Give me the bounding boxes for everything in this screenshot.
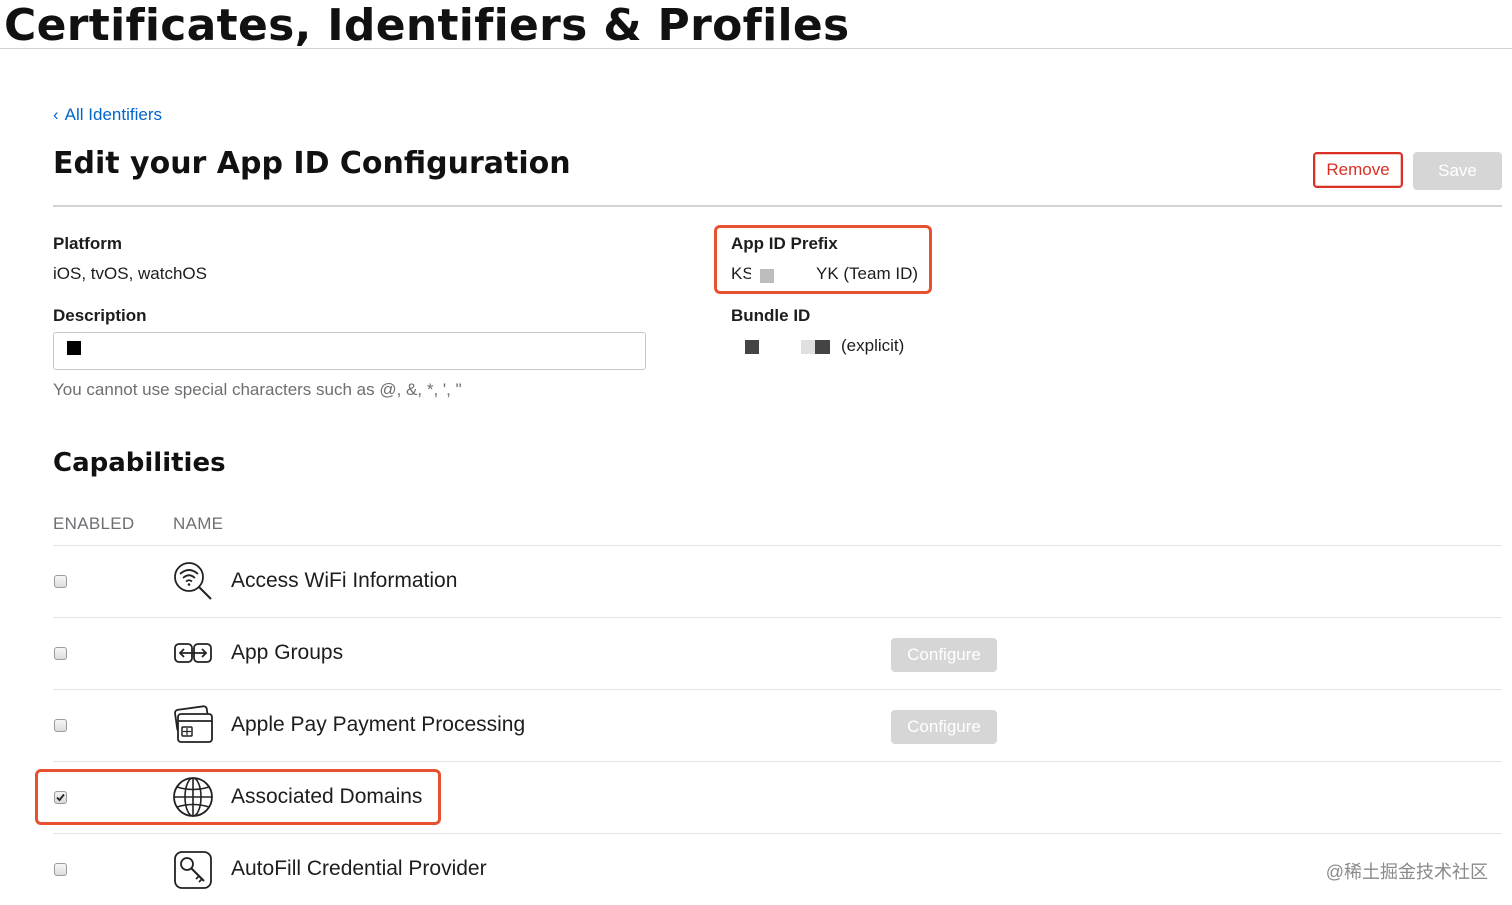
capabilities-title: Capabilities <box>53 448 226 478</box>
capability-row: Apple Pay Payment Processing Configure <box>0 690 1512 761</box>
description-hint: You cannot use special characters such a… <box>53 380 462 399</box>
bundle-id-label: Bundle ID <box>731 306 811 325</box>
app-groups-icon <box>172 632 214 674</box>
key-icon <box>172 849 214 891</box>
page-title: Edit your App ID Configuration <box>53 146 571 181</box>
section-divider <box>53 205 1502 207</box>
configure-button[interactable]: Configure <box>891 710 997 744</box>
redaction-block <box>67 341 81 355</box>
capability-name: Access WiFi Information <box>231 569 458 592</box>
capability-row: App Groups Configure <box>0 618 1512 689</box>
associated-domains-highlight <box>35 769 441 825</box>
app-id-prefix-end: YK (Team ID) <box>816 264 919 283</box>
column-header-name: NAME <box>173 514 224 533</box>
description-input[interactable] <box>53 332 646 370</box>
remove-button[interactable]: Remove <box>1313 152 1403 188</box>
redaction-block <box>801 340 815 354</box>
description-label: Description <box>53 306 147 325</box>
capability-name: AutoFill Credential Provider <box>231 857 487 880</box>
save-button[interactable]: Save <box>1413 152 1502 190</box>
watermark: @稀土掘金技术社区 <box>1325 862 1488 882</box>
redaction-block <box>760 269 774 283</box>
wallet-icon <box>172 704 214 746</box>
app-id-prefix-label: App ID Prefix <box>731 234 838 253</box>
header-divider <box>0 48 1512 49</box>
enabled-checkbox[interactable] <box>54 575 67 588</box>
back-link-label: All Identifiers <box>64 105 162 124</box>
capability-name: Apple Pay Payment Processing <box>231 713 526 736</box>
platform-label: Platform <box>53 234 122 253</box>
configure-button[interactable]: Configure <box>891 638 997 672</box>
back-to-identifiers-link[interactable]: ‹ All Identifiers <box>53 105 162 125</box>
platform-value: iOS, tvOS, watchOS <box>53 264 207 283</box>
capability-row: AutoFill Credential Provider <box>0 834 1512 905</box>
redaction-block <box>745 340 759 354</box>
app-id-prefix-start: KS <box>731 264 751 283</box>
capability-row: Access WiFi Information <box>0 546 1512 617</box>
enabled-checkbox[interactable] <box>54 863 67 876</box>
bundle-id-suffix: (explicit) <box>841 336 905 355</box>
column-header-enabled: ENABLED <box>53 514 135 533</box>
chevron-left-icon: ‹ <box>53 105 59 124</box>
enabled-checkbox[interactable] <box>54 647 67 660</box>
capability-name: App Groups <box>231 641 344 664</box>
site-title: Certificates, Identifiers & Profiles <box>4 0 850 51</box>
enabled-checkbox[interactable] <box>54 719 67 732</box>
redaction-block <box>815 340 830 354</box>
wifi-search-icon <box>172 560 214 602</box>
